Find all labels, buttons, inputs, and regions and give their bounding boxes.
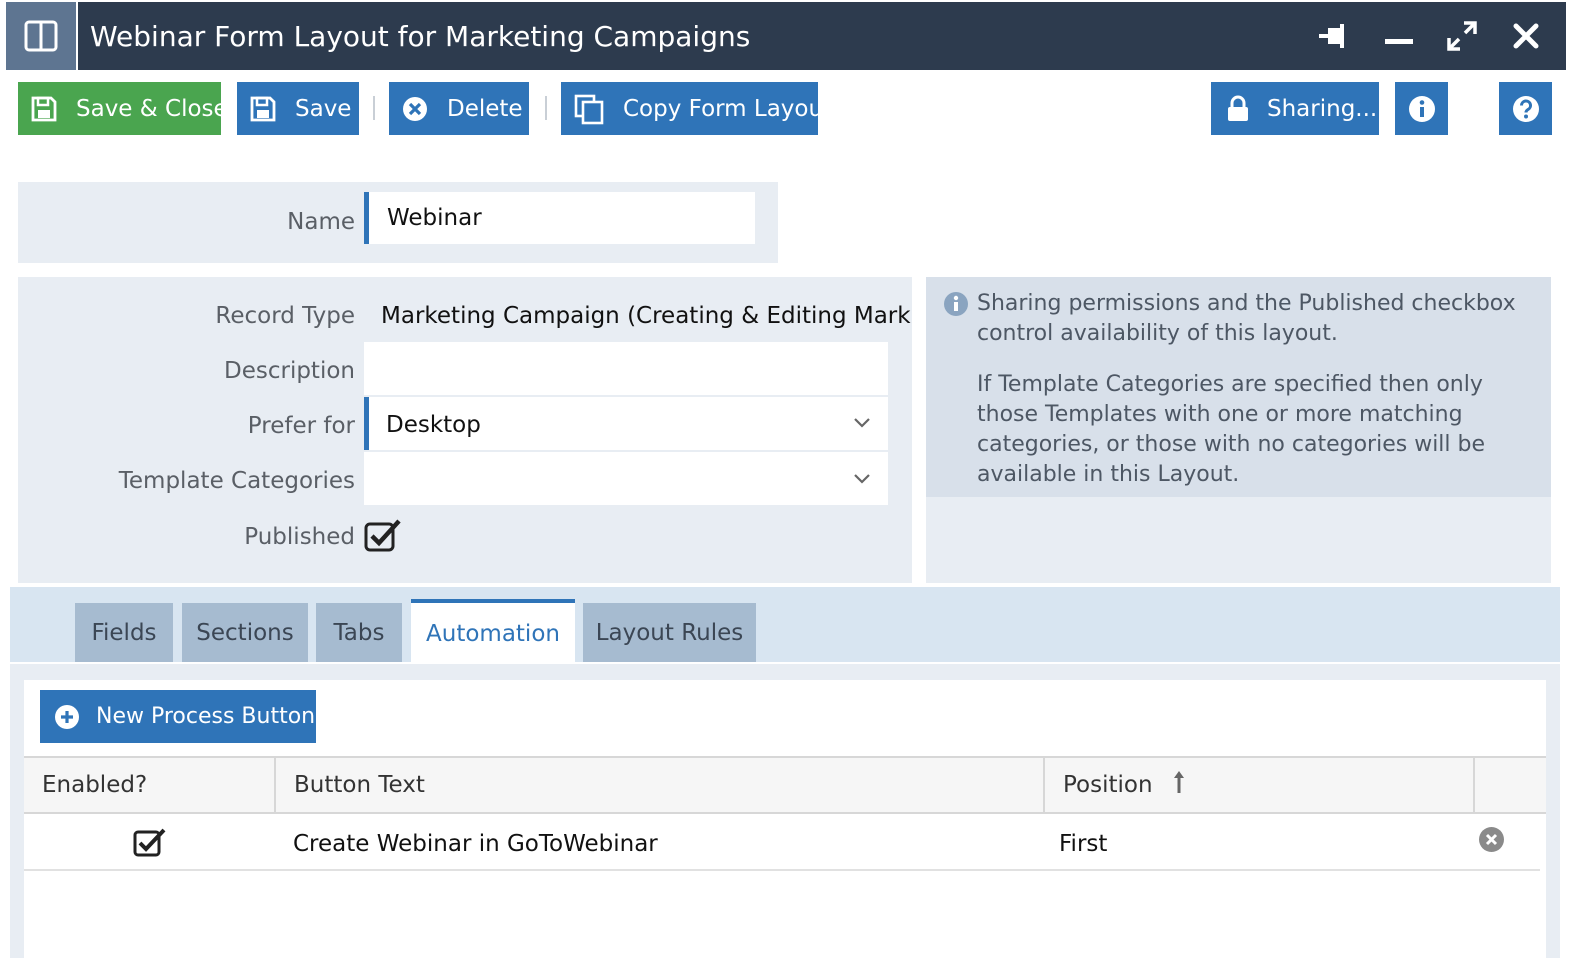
template-categories-select[interactable]	[364, 452, 888, 505]
record-type-label: Record Type	[215, 303, 355, 329]
delete-label: Delete	[447, 95, 523, 122]
toolbar-divider	[545, 96, 547, 120]
template-categories-label: Template Categories	[118, 468, 355, 494]
info-panel: Sharing permissions and the Published ch…	[926, 277, 1551, 497]
prefer-for-value: Desktop	[386, 412, 481, 438]
table-row-divider	[24, 869, 1540, 871]
info-button[interactable]	[1395, 82, 1448, 135]
save-and-close-label: Save & Close	[76, 95, 228, 122]
copy-form-layout-button[interactable]: Copy Form Layout	[561, 82, 832, 135]
toolbar-divider	[373, 96, 375, 120]
sharing-button[interactable]: Sharing...	[1211, 82, 1379, 135]
delete-icon	[403, 96, 427, 121]
description-field[interactable]	[364, 342, 888, 395]
prefer-for-select[interactable]: Desktop	[364, 397, 888, 450]
new-process-button-label: New Process Button	[96, 704, 316, 729]
copy-form-layout-label: Copy Form Layout	[623, 95, 833, 122]
column-header-position-label: Position	[1063, 772, 1153, 798]
chevron-down-icon	[854, 418, 870, 428]
save-label: Save	[295, 95, 352, 122]
tab-fields[interactable]: Fields	[75, 603, 173, 662]
layout-icon[interactable]	[6, 2, 76, 70]
sharing-label: Sharing...	[1267, 95, 1378, 122]
info-text-sharing: Sharing permissions and the Published ch…	[977, 291, 1516, 346]
tab-sections[interactable]: Sections	[182, 603, 308, 662]
prefer-for-label: Prefer for	[247, 413, 355, 439]
sort-ascending-icon	[1173, 771, 1184, 793]
tab-layout-rules[interactable]: Layout Rules	[583, 603, 756, 662]
row-button-text[interactable]: Create Webinar in GoToWebinar	[293, 815, 658, 871]
remove-row-icon[interactable]	[1478, 826, 1505, 853]
column-header-position[interactable]: Position	[1045, 756, 1285, 814]
copy-icon	[574, 94, 604, 124]
info-icon	[1409, 95, 1435, 122]
row-enabled-checkbox[interactable]	[133, 827, 167, 859]
window-title: Webinar Form Layout for Marketing Campai…	[90, 20, 751, 53]
save-icon	[250, 96, 276, 121]
plus-circle-icon	[55, 704, 79, 729]
column-header-button-text[interactable]: Button Text	[276, 756, 1042, 814]
column-divider	[1473, 756, 1475, 814]
record-type-value: Marketing Campaign (Creating & Editing M…	[381, 303, 911, 329]
lock-icon	[1228, 95, 1248, 121]
help-button[interactable]	[1499, 82, 1552, 135]
tab-tabs[interactable]: Tabs	[316, 603, 402, 662]
column-header-enabled[interactable]: Enabled?	[24, 756, 274, 814]
save-and-close-button[interactable]: Save & Close	[18, 82, 228, 135]
delete-button[interactable]: Delete	[389, 82, 529, 135]
help-icon	[1513, 95, 1539, 122]
expand-icon[interactable]	[1436, 10, 1488, 62]
published-checkbox[interactable]	[364, 519, 402, 553]
published-label: Published	[244, 524, 355, 550]
row-position: First	[1059, 831, 1108, 857]
close-icon[interactable]	[1500, 10, 1552, 62]
save-icon	[31, 96, 57, 121]
save-button[interactable]: Save	[237, 82, 359, 135]
minimize-icon[interactable]	[1373, 10, 1425, 62]
name-value: Webinar	[387, 205, 482, 231]
description-label: Description	[224, 358, 355, 384]
info-icon	[944, 292, 968, 316]
pin-icon[interactable]	[1310, 10, 1362, 62]
info-text-templates: If Template Categories are specified the…	[977, 372, 1486, 487]
name-field[interactable]: Webinar	[364, 192, 755, 244]
name-label: Name	[287, 209, 355, 235]
tab-automation[interactable]: Automation	[411, 599, 575, 664]
chevron-down-icon	[854, 474, 870, 484]
new-process-button[interactable]: New Process Button	[40, 690, 316, 743]
